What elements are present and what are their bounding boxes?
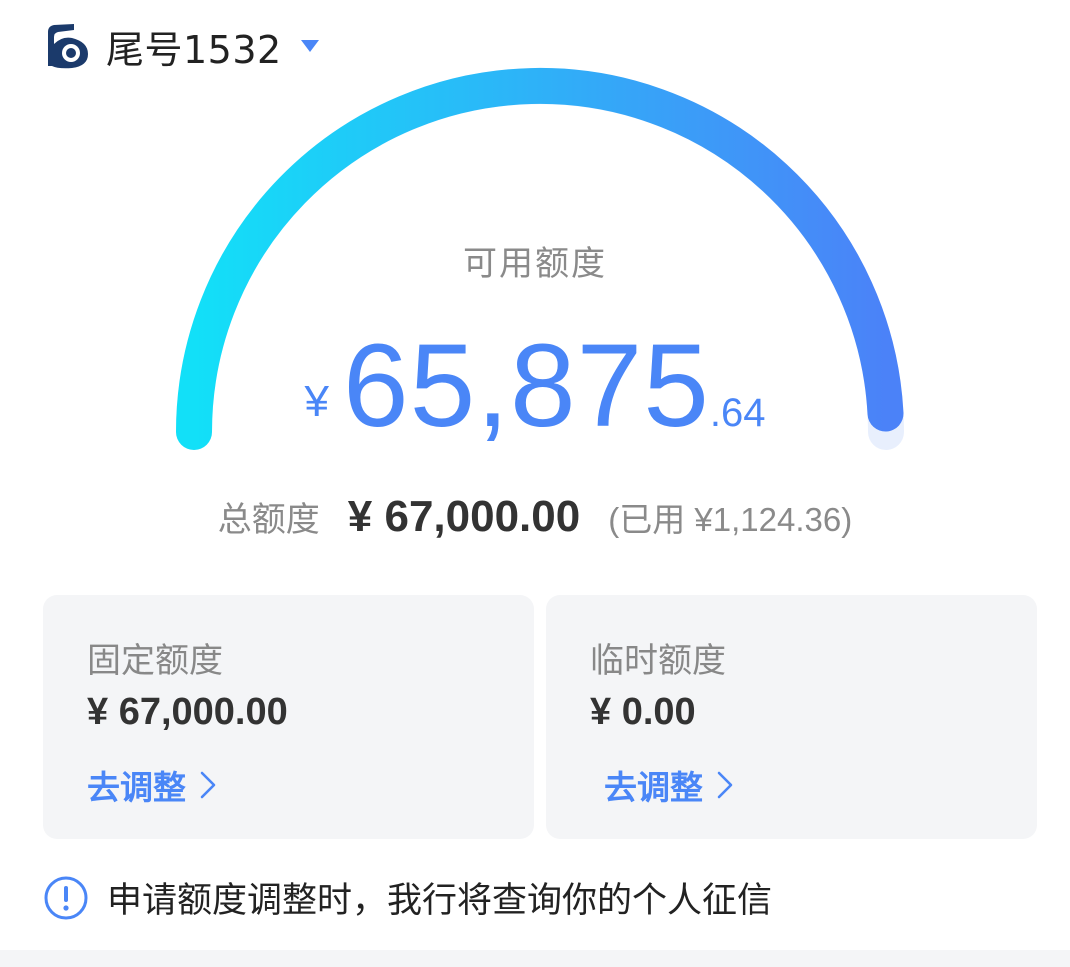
- adjust-link-label: 去调整: [87, 768, 186, 807]
- adjust-temporary-limit-link[interactable]: 去调整: [604, 761, 733, 809]
- available-amount-decimal: .64: [709, 391, 766, 435]
- currency-symbol: ¥: [304, 377, 329, 426]
- temporary-limit-amount: ¥ 0.00: [590, 691, 696, 733]
- fixed-limit-card: 固定额度 ¥ 67,000.00 去调整: [43, 595, 534, 839]
- available-limit-label: 可用额度: [463, 244, 607, 284]
- temporary-limit-title: 临时额度: [590, 641, 726, 681]
- credit-check-notice: 申请额度调整时，我行将查询你的个人征信: [43, 872, 772, 923]
- notice-text: 申请额度调整时，我行将查询你的个人征信: [107, 881, 773, 921]
- bottom-divider: [0, 950, 1070, 967]
- used-amount: (已用 ¥1,124.36): [608, 501, 853, 538]
- info-circle-icon: [44, 876, 88, 919]
- fixed-limit-title: 固定额度: [87, 641, 223, 681]
- chevron-right-icon: [200, 771, 216, 799]
- total-limit-row: 总额度 ¥ 67,000.00 (已用 ¥1,124.36): [0, 492, 1070, 542]
- temporary-limit-card: 临时额度 ¥ 0.00 去调整: [546, 595, 1037, 839]
- adjust-fixed-limit-link[interactable]: 去调整: [87, 761, 216, 809]
- fixed-limit-amount: ¥ 67,000.00: [87, 691, 288, 733]
- credit-limit-page: 尾号1532 可用额度 ¥65,875.64 总额度 ¥ 67,000.00 (已用…: [0, 0, 1070, 967]
- chevron-right-icon: [717, 771, 733, 799]
- available-limit-amount: ¥65,875.64: [0, 318, 1070, 454]
- total-limit-value: ¥ 67,000.00: [347, 492, 581, 541]
- adjust-link-label: 去调整: [604, 768, 703, 807]
- available-amount-integer: 65,875: [342, 320, 710, 452]
- total-limit-label: 总额度: [217, 500, 320, 540]
